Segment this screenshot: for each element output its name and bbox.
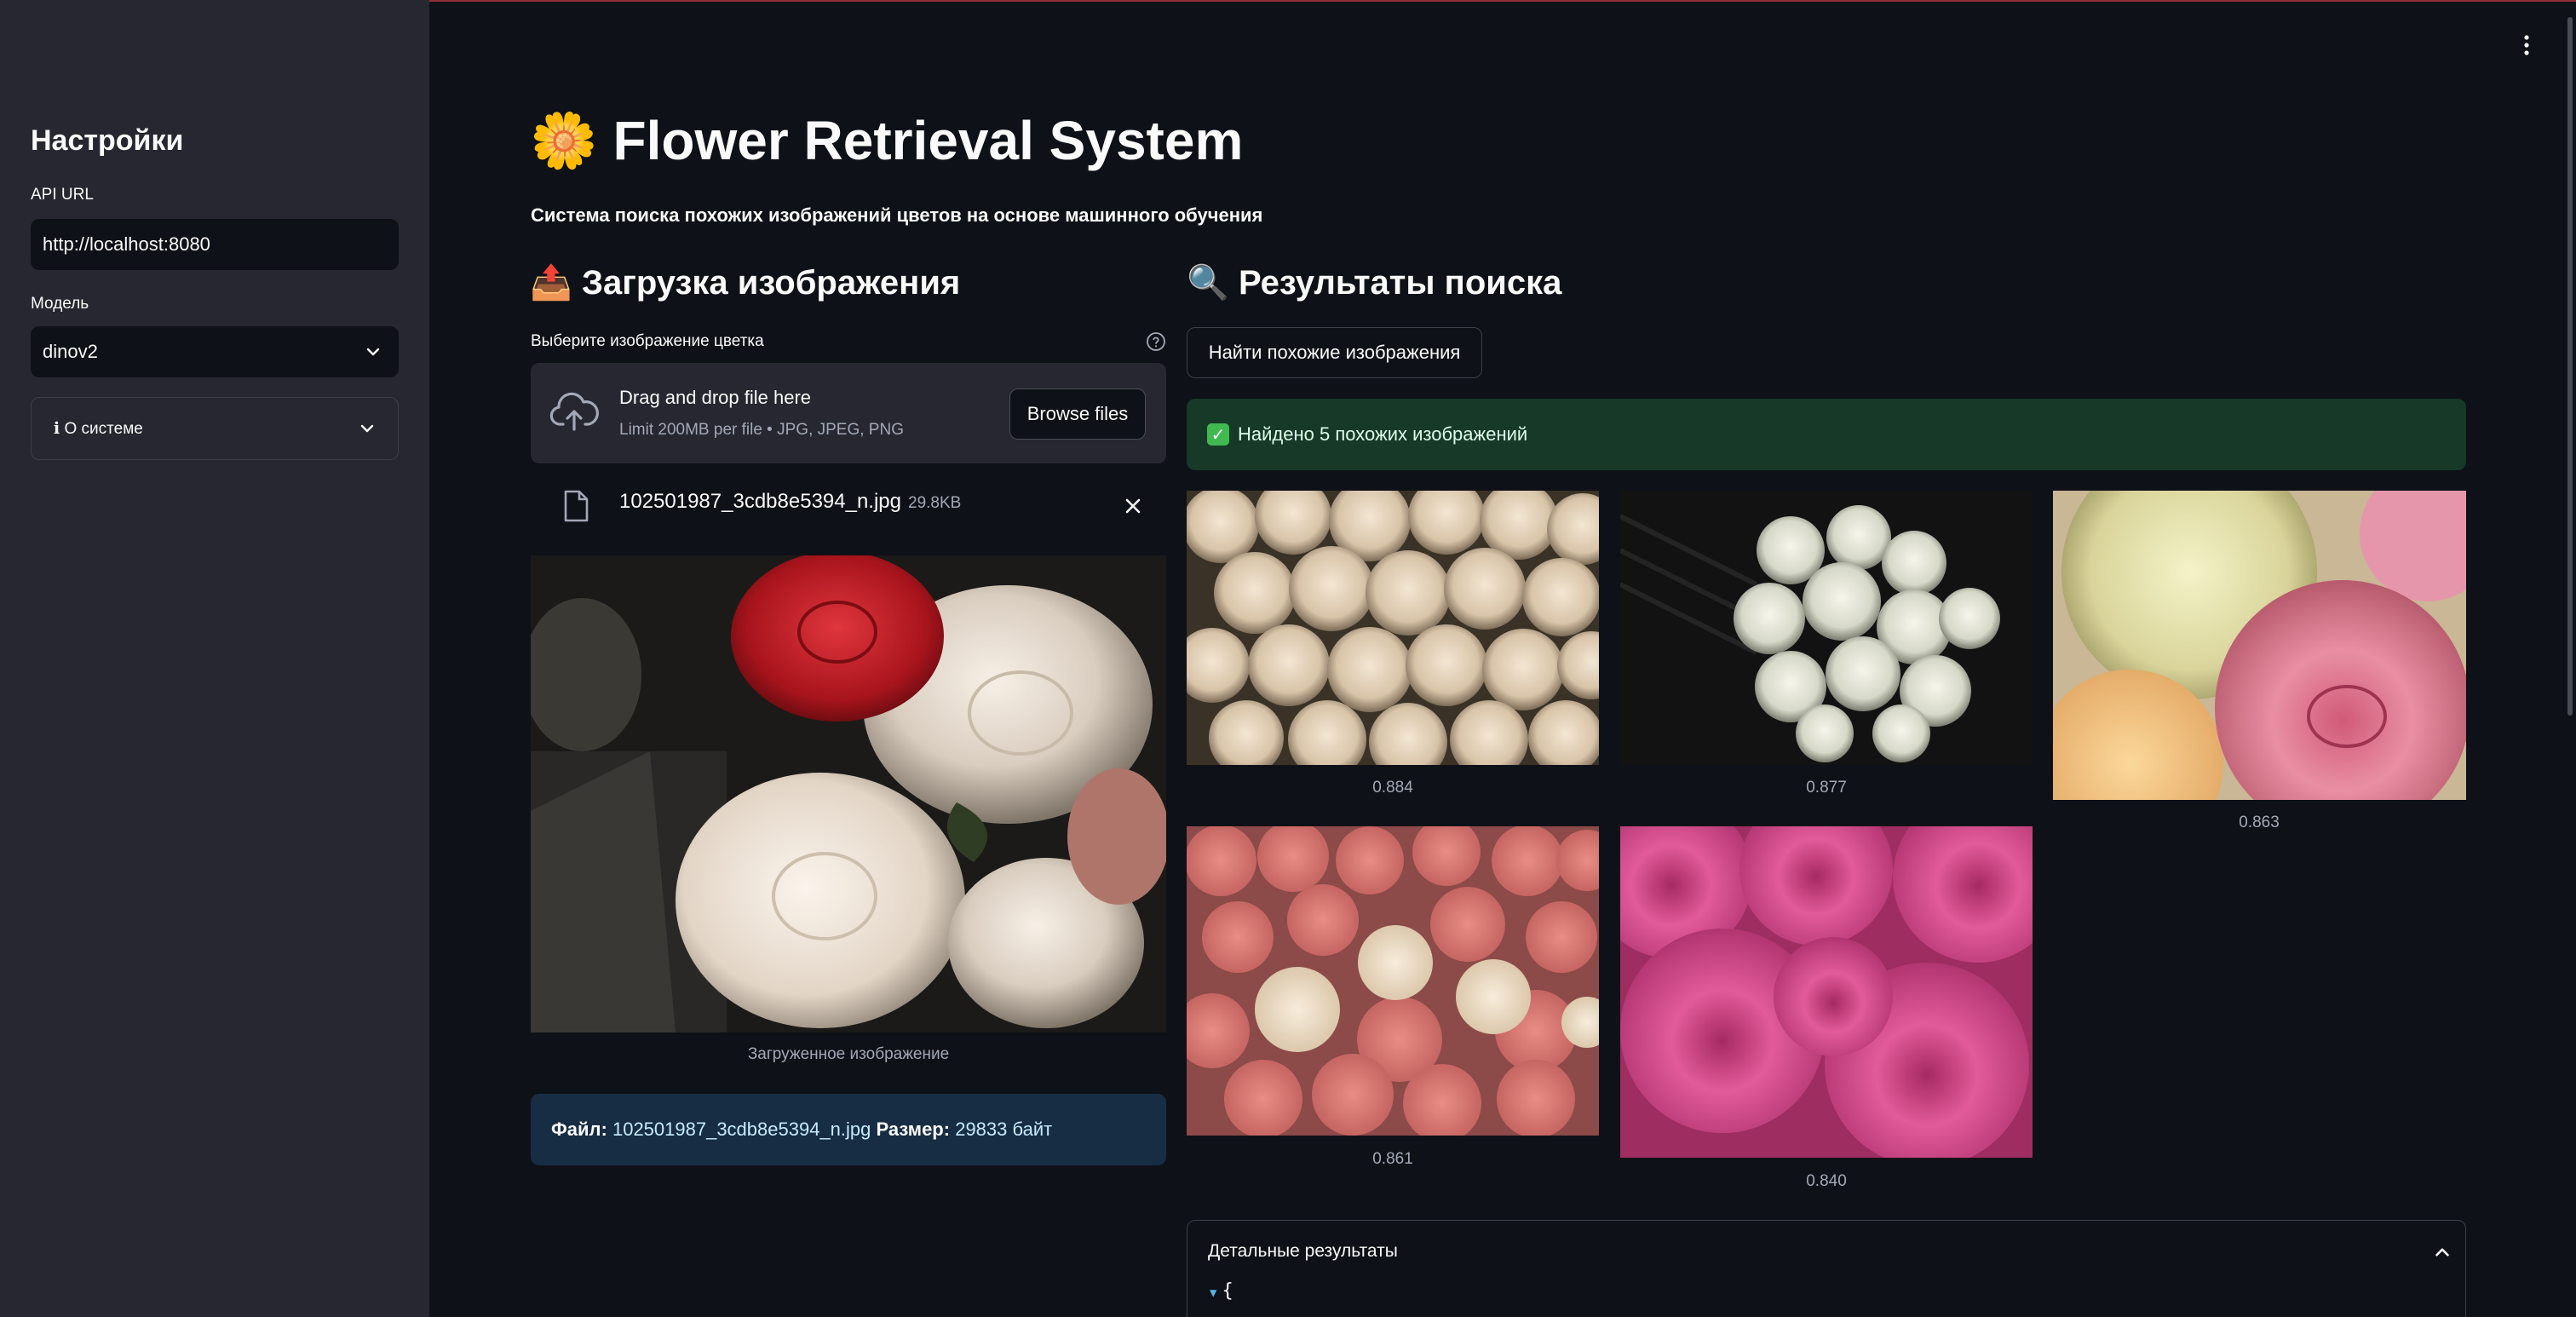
result-image-1 [1187,491,1599,765]
file-size: 29.8KB [908,494,962,512]
about-system-expander[interactable]: ℹ О системе [31,397,399,460]
result-score-5: 0.840 [1806,1172,1847,1190]
upload-heading-text: Загрузка изображения [581,264,961,302]
model-select[interactable]: dinov2 [31,326,399,377]
uploaded-file-name: 102501987_3cdb8e5394_n.jpg 29.8KB [619,490,961,514]
uploader-label: Выберите изображение цветка [531,332,764,350]
dropzone-limits: Limit 200MB per file • JPG, JPEG, PNG [619,421,904,439]
file-dropzone[interactable]: Drag and drop file here Limit 200MB per … [531,363,1166,463]
cloud-upload-icon [549,392,599,431]
check-mark-icon: ✓ [1207,423,1229,446]
page-title: 🌼 Flower Retrieval System [530,109,1243,173]
main-menu-icon[interactable] [2513,29,2540,61]
result-score-4: 0.861 [1372,1150,1413,1168]
result-score-3: 0.863 [2239,814,2280,831]
detailed-results-expander[interactable]: Детальные результаты ▼{ [1187,1220,2466,1317]
find-similar-button[interactable]: Найти похожие изображения [1187,327,1482,378]
uploaded-file-row: 102501987_3cdb8e5394_n.jpg 29.8KB [531,477,1166,528]
info-size-value: 29833 байт [955,1119,1053,1140]
uploaded-image-caption: Загруженное изображение [747,1045,950,1063]
model-select-value: dinov2 [43,341,98,362]
result-image-3 [2053,491,2466,800]
result-image-2 [1620,491,2033,765]
remove-file-close-icon[interactable] [1121,494,1145,518]
api-url-input[interactable]: http://localhost:8080 [31,219,399,270]
magnifier-icon: 🔍 [1187,264,1229,302]
result-image-5 [1620,826,2033,1158]
dropzone-instruction: Drag and drop file here [619,387,812,408]
outbox-tray-icon: 📤 [530,264,572,302]
json-open-brace: { [1222,1280,1233,1302]
info-file-label: Файл: [551,1119,607,1140]
page-subtitle: Система поиска похожих изображений цвето… [531,204,1263,226]
success-message: Найдено 5 похожих изображений [1238,423,1528,445]
api-url-label: API URL [31,186,94,204]
json-viewer[interactable]: ▼{ [1210,1280,1233,1302]
info-size-label: Размер: [876,1119,951,1140]
chevron-down-icon [360,424,374,433]
results-heading: 🔍 Результаты поиска [1187,262,1561,302]
chevron-down-icon [366,348,380,356]
success-alert: ✓ Найдено 5 похожих изображений [1187,399,2466,470]
help-icon[interactable] [1146,331,1166,352]
file-info-box: Файл: 102501987_3cdb8e5394_n.jpg Размер:… [531,1094,1166,1165]
sidebar-title: Настройки [31,124,184,157]
flower-icon: 🌼 [530,110,598,171]
model-label: Модель [31,295,89,313]
detailed-results-label: Детальные результаты [1208,1241,1398,1261]
results-heading-text: Результаты поиска [1238,264,1562,302]
result-score-2: 0.877 [1806,779,1847,797]
result-image-4 [1187,826,1599,1136]
api-url-value: http://localhost:8080 [43,233,210,255]
info-file-value: 102501987_3cdb8e5394_n.jpg [612,1119,871,1140]
result-score-1: 0.884 [1372,779,1413,797]
file-icon [564,490,589,522]
sidebar: Настройки API URL http://localhost:8080 … [0,0,429,1317]
collapse-triangle-icon[interactable]: ▼ [1210,1286,1216,1300]
uploaded-flower-image [531,555,1166,1032]
about-system-label: ℹ О системе [54,419,143,438]
browse-files-button[interactable]: Browse files [1009,388,1146,440]
page-scrollbar[interactable] [2567,17,2573,716]
file-name-text: 102501987_3cdb8e5394_n.jpg [619,490,901,513]
page-title-text: Flower Retrieval System [612,110,1244,171]
upload-heading: 📤 Загрузка изображения [530,262,960,302]
chevron-up-icon[interactable] [2431,1241,2453,1263]
